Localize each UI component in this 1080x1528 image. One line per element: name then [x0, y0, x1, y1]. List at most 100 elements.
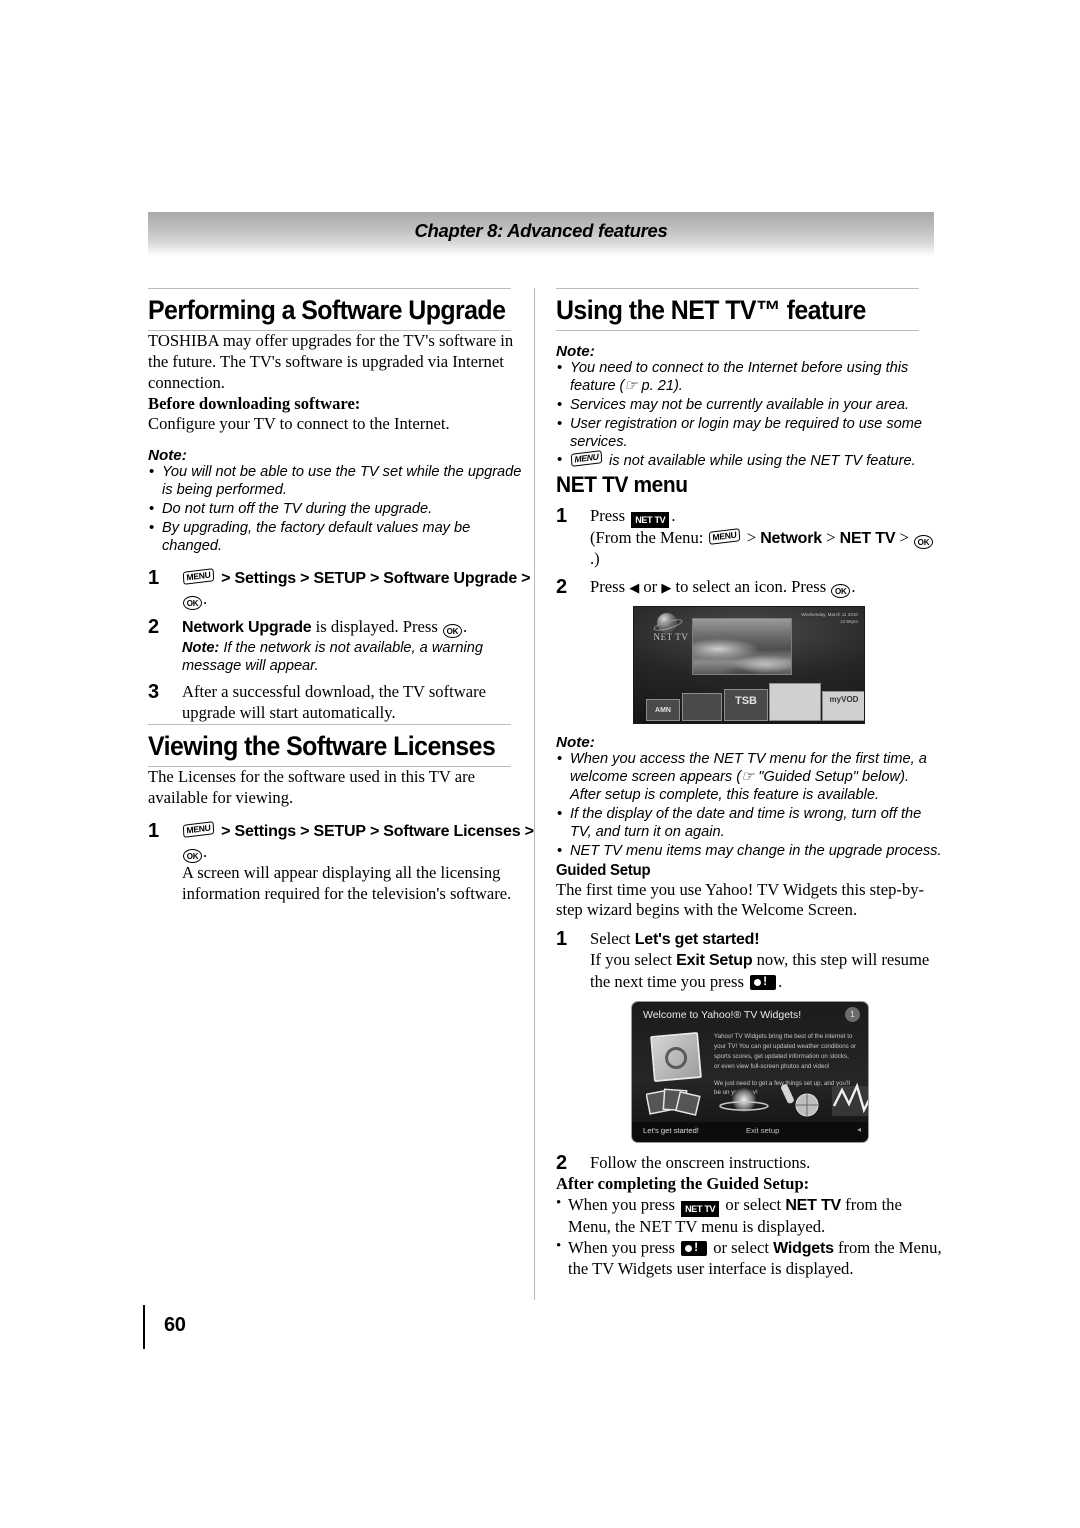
net-tv-clock: Wednesday, March 11 2010 12:56pm [801, 612, 858, 626]
step-text: is displayed. Press [311, 616, 442, 636]
inline-note-text: If the network is not available, a warni… [182, 639, 483, 674]
menu-key-icon: MENU [182, 567, 216, 585]
net-tv-key-icon: NET TV [681, 1201, 720, 1218]
note-item: NET TV menu items may change in the upgr… [556, 842, 942, 861]
note-list-nettv: You need to connect to the Internet befo… [556, 359, 942, 471]
net-tv-app-icon[interactable]: myVOD [822, 691, 864, 722]
item-mid: or select [709, 1238, 774, 1258]
inline-note-label: Note: [182, 639, 220, 656]
note-item: By upgrading, the factory default values… [148, 519, 534, 556]
step-period: . [851, 577, 856, 597]
note-label-nettv: Note: [556, 343, 595, 361]
column-divider [534, 288, 535, 1300]
guided-setup-intro: The first time you use Yahoo! TV Widgets… [556, 879, 925, 920]
page-footer: 60 [143, 1303, 343, 1353]
heading-guided-setup: Guided Setup [556, 861, 651, 879]
net-tv-app-icon[interactable]: TSB [724, 689, 768, 722]
step-inline-note: Note: If the network is not available, a… [182, 640, 534, 676]
net-tv-key-icon: NET TV [631, 512, 670, 529]
yahoo-welcome-screenshot: Welcome to Yahoo!® TV Widgets! 1 Yahoo! … [631, 1001, 869, 1144]
step-period: . [671, 506, 676, 526]
step-text-2: to select an icon. Press [671, 577, 831, 597]
step-sep: > [221, 569, 231, 587]
item-mid: or select [721, 1195, 786, 1215]
ok-key-icon: OK [183, 595, 202, 610]
welcome-title: Welcome to Yahoo!® TV Widgets! [643, 1009, 802, 1022]
net-tv-icon-row: AMN TSB myVOD VOD [634, 677, 864, 722]
note-label-nettv-menu: Note: [556, 734, 595, 752]
step-nettv-1: 1 Press NET TV. (From the Menu: MENU > N… [556, 505, 942, 570]
heading-using-net-tv-feature: Using the NET TV™ feature [556, 288, 919, 332]
note-list-nettv-menu: When you access the NET TV menu for the … [556, 750, 942, 861]
net-tv-time: 12:56pm [840, 619, 858, 625]
net-tv-orb-icon [657, 613, 677, 634]
note-item: If the display of the date and time is w… [556, 805, 942, 842]
net-tv-app-icon[interactable] [769, 683, 821, 722]
step-upgrade-2: 2 Network Upgrade is displayed. Press OK… [148, 615, 534, 676]
item-pre: When you press [568, 1195, 680, 1215]
step-text: Select [590, 929, 635, 949]
step-upgrade-1: 1 MENU > Settings > SETUP > Software Upg… [148, 566, 531, 610]
step-text: Press [590, 506, 630, 526]
preview-terrain [693, 629, 791, 675]
net-tv-screen-screenshot: NET TV Wednesday, March 11 2010 12:56pm … [633, 606, 865, 725]
lets-get-started-button[interactable]: Let's get started! [643, 1126, 699, 1135]
step-text: Follow the onscreen instructions. [590, 1153, 811, 1173]
step-period: . [203, 842, 208, 862]
software-upgrade-intro: TOSHIBA may offer upgrades for the TV's … [148, 331, 514, 392]
menu-path-software-licenses: Software Licenses [383, 822, 521, 840]
net-tv-app-icon[interactable] [682, 693, 722, 722]
photos-widget-icon [646, 1088, 701, 1117]
menu-item-net-tv: NET TV [785, 1197, 842, 1215]
footer-rule [143, 1305, 145, 1349]
widgets-key-icon [750, 974, 777, 990]
step-menu-path-open: (From the Menu: [590, 528, 708, 548]
step-number: 1 [556, 928, 568, 951]
menu-path-settings: Settings [234, 569, 296, 587]
heading-viewing-software-licenses: Viewing the Software Licenses [148, 724, 511, 768]
step-period: . [203, 588, 208, 608]
exit-setup-button[interactable]: Exit setup [746, 1126, 779, 1135]
menu-path-software-upgrade: Software Upgrade [383, 569, 518, 587]
after-completing-label: After completing the Guided Setup: [556, 1174, 810, 1194]
step-period: . [462, 616, 468, 636]
welcome-body-paragraph-1: Yahoo! TV Widgets bring the best of the … [714, 1033, 856, 1070]
software-licenses-intro: The Licenses for the software used in th… [148, 767, 476, 808]
net-tv-app-icon[interactable]: AMN [646, 699, 680, 722]
list-item: When you press or select Widgets from th… [556, 1237, 942, 1280]
menu-item-widgets: Widgets [773, 1240, 834, 1258]
note-list-upgrade: You will not be able to use the TV set w… [148, 463, 534, 556]
stocks-widget-icon [832, 1083, 868, 1117]
step-upgrade-3: 3 After a successful download, the TV so… [148, 681, 534, 724]
ok-key-icon: OK [913, 535, 933, 550]
note-item: You need to connect to the Internet befo… [556, 359, 942, 396]
widgets-key-icon [681, 1240, 708, 1257]
step-text: Press [590, 577, 630, 597]
menu-path-setup: SETUP [313, 569, 366, 587]
sports-widget-icon [781, 1084, 819, 1117]
note-label-upgrade: Note: [148, 447, 187, 465]
weather-widget-icon [719, 1088, 769, 1113]
menu-key-icon: MENU [182, 821, 216, 838]
net-tv-video-preview [692, 618, 792, 676]
net-tv-logo: NET TV [643, 613, 699, 643]
step-nettv-2: 2 Press ◀ or ▶ to select an icon. Press … [556, 576, 942, 599]
step-number: 1 [148, 819, 160, 842]
back-arrow-icon[interactable]: ◂ [857, 1125, 861, 1134]
welcome-footer: Let's get started! Exit setup ◂ [632, 1122, 868, 1143]
menu-path-settings: Settings [234, 822, 296, 840]
right-arrow-icon: ▶ [661, 579, 672, 595]
menu-key-icon: MENU [570, 450, 604, 468]
menu-key-icon: MENU [708, 528, 742, 546]
ok-key-icon: OK [831, 584, 851, 599]
step-close: .) [590, 549, 600, 569]
step-number: 2 [148, 615, 160, 638]
menu-path-net-tv: NET TV [839, 530, 896, 548]
step-or: or [639, 577, 662, 597]
step-number: 2 [556, 576, 568, 599]
item-pre: When you press [568, 1238, 680, 1258]
step-number: 2 [556, 1152, 568, 1175]
exit-setup-label: Exit Setup [676, 952, 753, 970]
note-item: You will not be able to use the TV set w… [148, 463, 534, 500]
step-number: 3 [148, 681, 160, 704]
